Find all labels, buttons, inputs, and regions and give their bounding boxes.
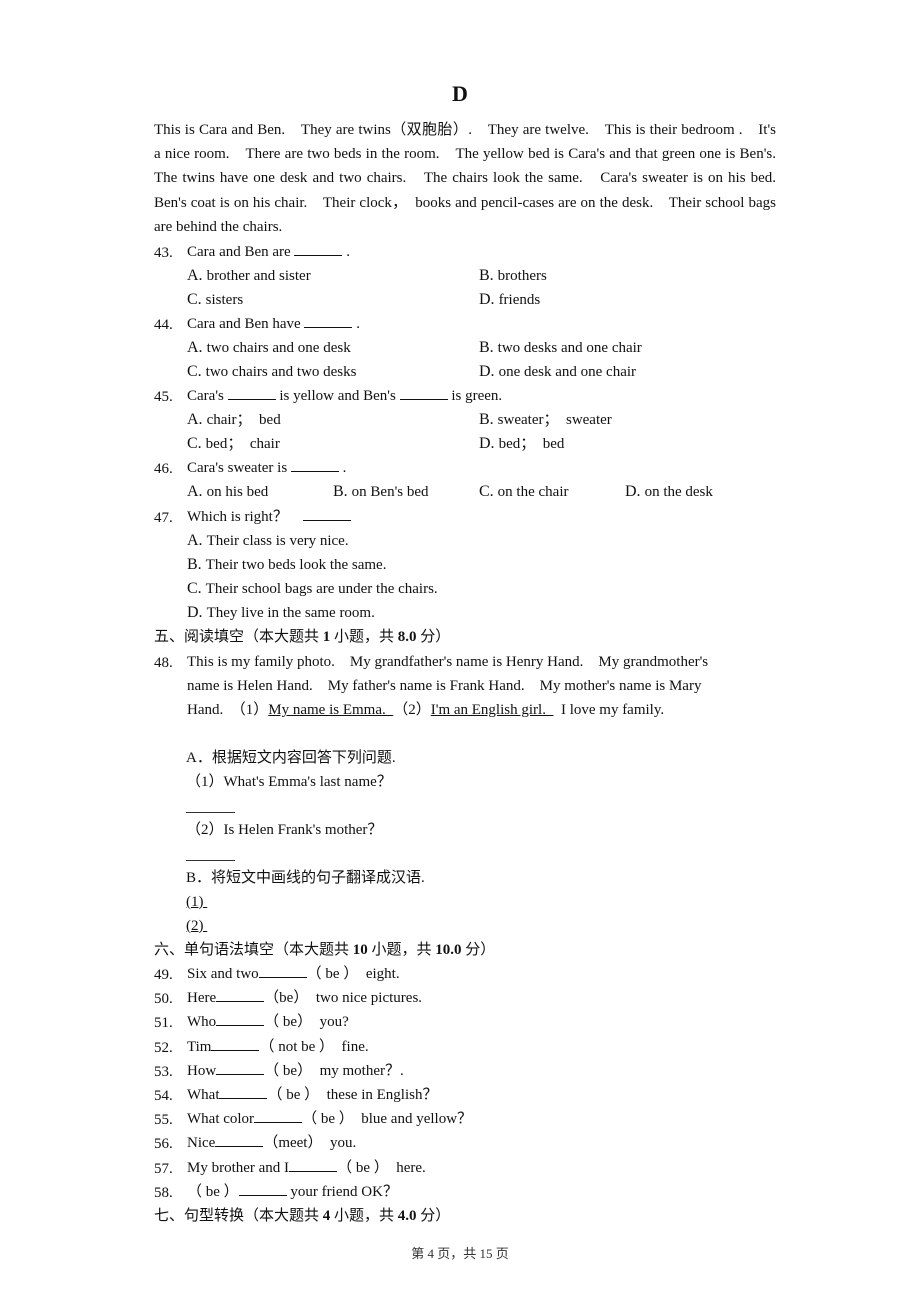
- question-number: 56.: [154, 1136, 173, 1153]
- part-b-answer-2: (2): [186, 918, 208, 934]
- answer-blank: [216, 1011, 265, 1027]
- option-d: D. friends: [479, 291, 541, 308]
- part-a-question-1: （1）What's Emma's last name？: [186, 774, 392, 790]
- option-a: A. brother and sister: [187, 267, 311, 284]
- answer-blank: [258, 963, 307, 978]
- question-number: 47.: [154, 510, 173, 526]
- option-d: D. They live in the same room.: [187, 604, 375, 621]
- section-heading-5: 五、阅读填空（本大题共 1 小题，共 8.0 分）: [154, 629, 451, 645]
- answer-line-2: [186, 859, 235, 861]
- option-a: A. chair； bed: [187, 411, 281, 428]
- answer-blank: [399, 385, 448, 400]
- answer-blank: [302, 506, 351, 521]
- question-number: 51.: [154, 1015, 173, 1032]
- part-b-instruction: B．将短文中画线的句子翻译成汉语.: [186, 870, 425, 886]
- question-number: 45.: [154, 389, 173, 405]
- option-b: B. on Ben's bed: [333, 483, 429, 500]
- option-c: C. sisters: [187, 291, 244, 308]
- question-number: 50.: [154, 991, 173, 1008]
- answer-blank: [290, 457, 339, 472]
- answer-blank: [238, 1181, 287, 1196]
- question-number: 43.: [154, 245, 173, 261]
- option-d: D. bed； bed: [479, 435, 565, 452]
- question-number: 46.: [154, 461, 173, 477]
- option-b: B. two desks and one chair: [479, 339, 642, 356]
- page-footer: 第 4 页，共 15 页: [411, 1246, 509, 1261]
- question-48-line3: Hand. （1）My name is Emma. （2）I'm an Engl…: [187, 702, 665, 718]
- question-number: 48.: [154, 655, 173, 671]
- option-a: A. on his bed: [187, 483, 269, 500]
- question-number: 52.: [154, 1039, 173, 1056]
- option-a: A. two chairs and one desk: [187, 339, 351, 356]
- option-b: B. Their two beds look the same.: [187, 556, 387, 573]
- question-number: 53.: [154, 1063, 173, 1080]
- underlined-sentence-1: My name is Emma.: [268, 702, 394, 718]
- question-number: 57.: [154, 1160, 173, 1177]
- answer-blank: [254, 1108, 303, 1124]
- option-d: D. on the desk: [625, 483, 713, 500]
- passage-title: D: [452, 81, 468, 106]
- part-b-answer-1: (1): [186, 894, 208, 910]
- question-number: 55.: [154, 1112, 173, 1129]
- option-a: A. Their class is very nice.: [187, 532, 349, 549]
- answer-blank: [289, 1157, 338, 1172]
- question-number: 44.: [154, 317, 173, 333]
- question-number: 54.: [154, 1088, 173, 1104]
- option-b: B. brothers: [479, 267, 547, 284]
- option-c: C. Their school bags are under the chairs…: [187, 580, 438, 597]
- answer-blank: [216, 987, 265, 1003]
- answer-blank: [227, 385, 276, 400]
- answer-blank: [216, 1060, 265, 1075]
- option-d: D. one desk and one chair: [479, 363, 637, 380]
- option-c: C. two chairs and two desks: [187, 363, 357, 380]
- part-a-question-2: （2）Is Helen Frank's mother？: [186, 822, 383, 838]
- underlined-sentence-2: I'm an English girl.: [430, 702, 554, 718]
- option-c: C. bed； chair: [187, 435, 280, 452]
- answer-blank: [294, 241, 343, 256]
- answer-blank: [219, 1084, 268, 1099]
- section-heading-7: 七、句型转换（本大题共 4 小题，共 4.0 分）: [154, 1208, 451, 1224]
- part-a-instruction: A．根据短文内容回答下列问题.: [186, 750, 396, 766]
- answer-blank: [304, 313, 353, 328]
- answer-blank: [211, 1036, 260, 1051]
- reading-passage: This is Cara and Ben. They are twins（双胞胎…: [154, 122, 792, 235]
- question-number: 49.: [154, 967, 173, 983]
- answer-blank: [215, 1132, 264, 1148]
- section-heading-6: 六、单句语法填空（本大题共 10 小题，共 10.0 分）: [154, 942, 496, 958]
- question-number: 58.: [154, 1184, 173, 1201]
- answer-line-1: [186, 811, 235, 813]
- option-b: B. sweater； sweater: [479, 411, 612, 428]
- option-c: C. on the chair: [479, 483, 569, 500]
- question-48-line2: name is Helen Hand. My father's name is …: [187, 678, 702, 694]
